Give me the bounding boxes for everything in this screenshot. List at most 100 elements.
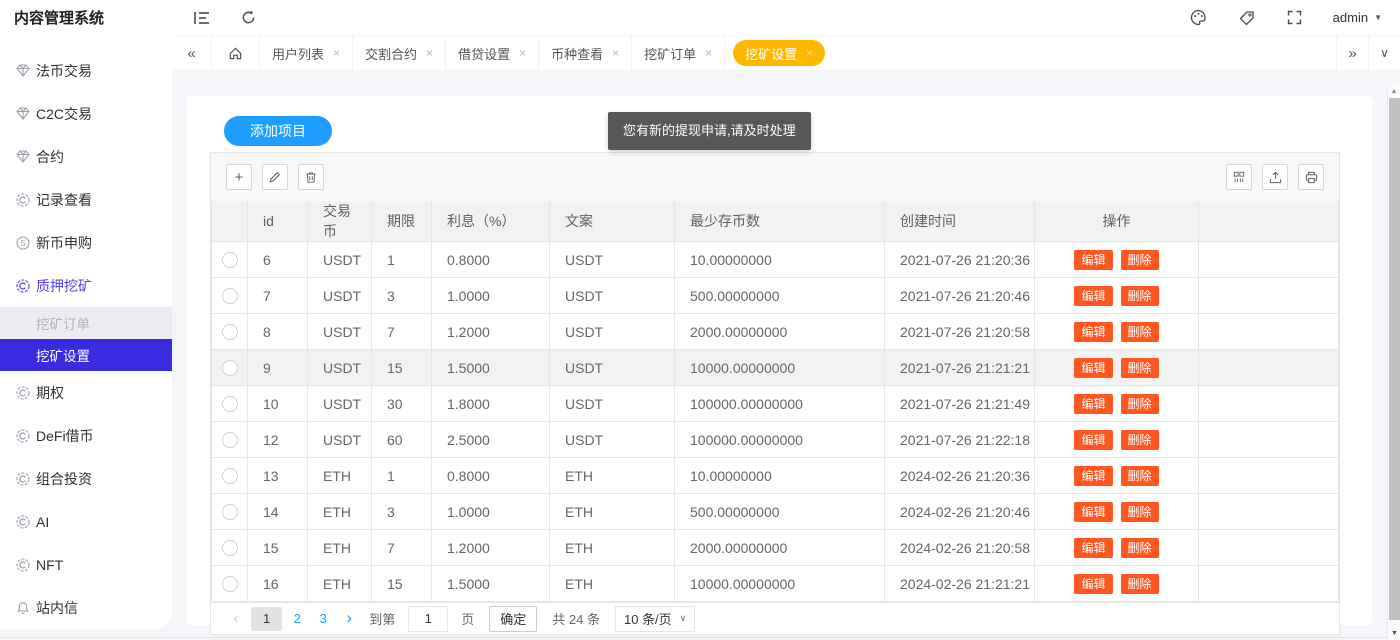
tabs-menu-icon[interactable]: ∨: [1368, 36, 1400, 70]
sidebar-subitem-挖矿设置[interactable]: 挖矿设置: [0, 339, 172, 371]
sidebar-item-站内信[interactable]: 站内信: [0, 586, 172, 629]
cell-created: 2021-07-26 21:20:58: [885, 314, 1035, 350]
edit-button[interactable]: 编辑: [1074, 358, 1112, 378]
tab-close-icon[interactable]: ×: [426, 46, 433, 60]
prev-page-button[interactable]: ‹: [225, 607, 247, 631]
edit-button[interactable]: 编辑: [1074, 286, 1112, 306]
add-row-icon[interactable]: +: [226, 164, 252, 190]
sidebar-item-合约[interactable]: 合约: [0, 135, 172, 178]
edit-button[interactable]: 编辑: [1074, 502, 1112, 522]
delete-button[interactable]: 删除: [1121, 430, 1159, 450]
radio-button[interactable]: [222, 252, 238, 268]
confirm-page-button[interactable]: 确定: [489, 606, 537, 632]
tab-挖矿设置[interactable]: 挖矿设置×: [733, 40, 825, 66]
next-page-button[interactable]: ›: [338, 607, 360, 631]
filter-columns-icon[interactable]: [1226, 164, 1252, 190]
page-jump-input[interactable]: [408, 606, 448, 632]
cell-rate: 1.8000: [432, 386, 550, 422]
page-number-3[interactable]: 3: [312, 607, 334, 631]
tabs-scroll-left-icon[interactable]: «: [172, 36, 212, 70]
home-tab-icon[interactable]: [212, 36, 260, 70]
radio-button[interactable]: [222, 432, 238, 448]
edit-button[interactable]: 编辑: [1074, 394, 1112, 414]
page-scrollbar[interactable]: ▲ ▼: [1387, 85, 1400, 640]
print-icon[interactable]: [1298, 164, 1324, 190]
admin-dropdown[interactable]: admin ▼: [1333, 10, 1382, 25]
edit-row-icon[interactable]: [262, 164, 288, 190]
page-size-select[interactable]: 10 条/页 ∨: [615, 606, 695, 632]
sidebar-item-C2C交易[interactable]: C2C交易: [0, 92, 172, 135]
refresh-icon[interactable]: [238, 8, 258, 28]
radio-button[interactable]: [222, 324, 238, 340]
radio-button[interactable]: [222, 360, 238, 376]
tabs-scroll-right-icon[interactable]: »: [1336, 36, 1368, 70]
cell-rate: 1.0000: [432, 278, 550, 314]
row-select-cell: [212, 566, 248, 602]
sidebar-item-label: 合约: [36, 147, 64, 167]
notification-toast: 您有新的提现申请,请及时处理: [608, 112, 811, 150]
edit-button[interactable]: 编辑: [1074, 430, 1112, 450]
theme-palette-icon[interactable]: [1189, 8, 1209, 28]
edit-button[interactable]: 编辑: [1074, 322, 1112, 342]
tab-close-icon[interactable]: ×: [333, 46, 340, 60]
radio-button[interactable]: [222, 540, 238, 556]
sidebar-item-质押挖矿[interactable]: 质押挖矿: [0, 264, 172, 307]
tab-借贷设置[interactable]: 借贷设置×: [446, 36, 539, 70]
cell-term: 3: [372, 494, 432, 530]
add-project-button[interactable]: 添加项目: [224, 116, 332, 146]
bell-icon: [16, 601, 30, 615]
table-row: 12USDT602.5000USDT100000.000000002021-07…: [212, 422, 1339, 458]
tab-close-icon[interactable]: ×: [705, 46, 712, 60]
delete-button[interactable]: 删除: [1121, 322, 1159, 342]
edit-button[interactable]: 编辑: [1074, 250, 1112, 270]
page-number-2[interactable]: 2: [286, 607, 308, 631]
fullscreen-icon[interactable]: [1285, 8, 1305, 28]
delete-button[interactable]: 删除: [1121, 358, 1159, 378]
page-number-1[interactable]: 1: [251, 607, 282, 631]
delete-button[interactable]: 删除: [1121, 466, 1159, 486]
sidebar-item-组合投资[interactable]: 组合投资: [0, 457, 172, 500]
sidebar-item-NFT[interactable]: NFT: [0, 543, 172, 586]
sidebar-item-新币申购[interactable]: S新币申购: [0, 221, 172, 264]
tab-close-icon[interactable]: ×: [519, 46, 526, 60]
edit-button[interactable]: 编辑: [1074, 574, 1112, 594]
sidebar-item-记录查看[interactable]: 记录查看: [0, 178, 172, 221]
delete-row-icon[interactable]: [298, 164, 324, 190]
tab-close-icon[interactable]: ×: [806, 46, 813, 60]
scroll-up-icon[interactable]: ▲: [1388, 85, 1400, 98]
tab-交割合约[interactable]: 交割合约×: [353, 36, 446, 70]
row-select-cell: [212, 278, 248, 314]
collapse-menu-icon[interactable]: [192, 8, 212, 28]
scroll-down-icon[interactable]: ▼: [1388, 627, 1400, 640]
delete-button[interactable]: 删除: [1121, 250, 1159, 270]
sidebar-item-AI[interactable]: AI: [0, 500, 172, 543]
delete-button[interactable]: 删除: [1121, 502, 1159, 522]
sidebar-item-法币交易[interactable]: 法币交易: [0, 49, 172, 92]
table-toolbar: +: [211, 153, 1339, 201]
radio-button[interactable]: [222, 468, 238, 484]
tab-币种查看[interactable]: 币种查看×: [539, 36, 632, 70]
cell-rate: 1.0000: [432, 494, 550, 530]
sidebar-item-DeFi借币[interactable]: DeFi借币: [0, 414, 172, 457]
sidebar-subitem-挖矿订单[interactable]: 挖矿订单: [0, 307, 172, 339]
delete-button[interactable]: 删除: [1121, 394, 1159, 414]
export-icon[interactable]: [1262, 164, 1288, 190]
tab-close-icon[interactable]: ×: [612, 46, 619, 60]
radio-button[interactable]: [222, 576, 238, 592]
delete-button[interactable]: 删除: [1121, 286, 1159, 306]
delete-button[interactable]: 删除: [1121, 538, 1159, 558]
radio-button[interactable]: [222, 396, 238, 412]
delete-button[interactable]: 删除: [1121, 574, 1159, 594]
sidebar-item-期权[interactable]: 期权: [0, 371, 172, 414]
radio-button[interactable]: [222, 288, 238, 304]
row-select-cell: [212, 314, 248, 350]
radio-button[interactable]: [222, 504, 238, 520]
tab-挖矿订单[interactable]: 挖矿订单×: [632, 36, 725, 70]
edit-button[interactable]: 编辑: [1074, 538, 1112, 558]
cell-id: 9: [248, 350, 308, 386]
tag-icon[interactable]: [1237, 8, 1257, 28]
edit-button[interactable]: 编辑: [1074, 466, 1112, 486]
tab-用户列表[interactable]: 用户列表×: [260, 36, 353, 70]
scrollbar-thumb[interactable]: [1389, 98, 1400, 620]
cell-id: 6: [248, 242, 308, 278]
